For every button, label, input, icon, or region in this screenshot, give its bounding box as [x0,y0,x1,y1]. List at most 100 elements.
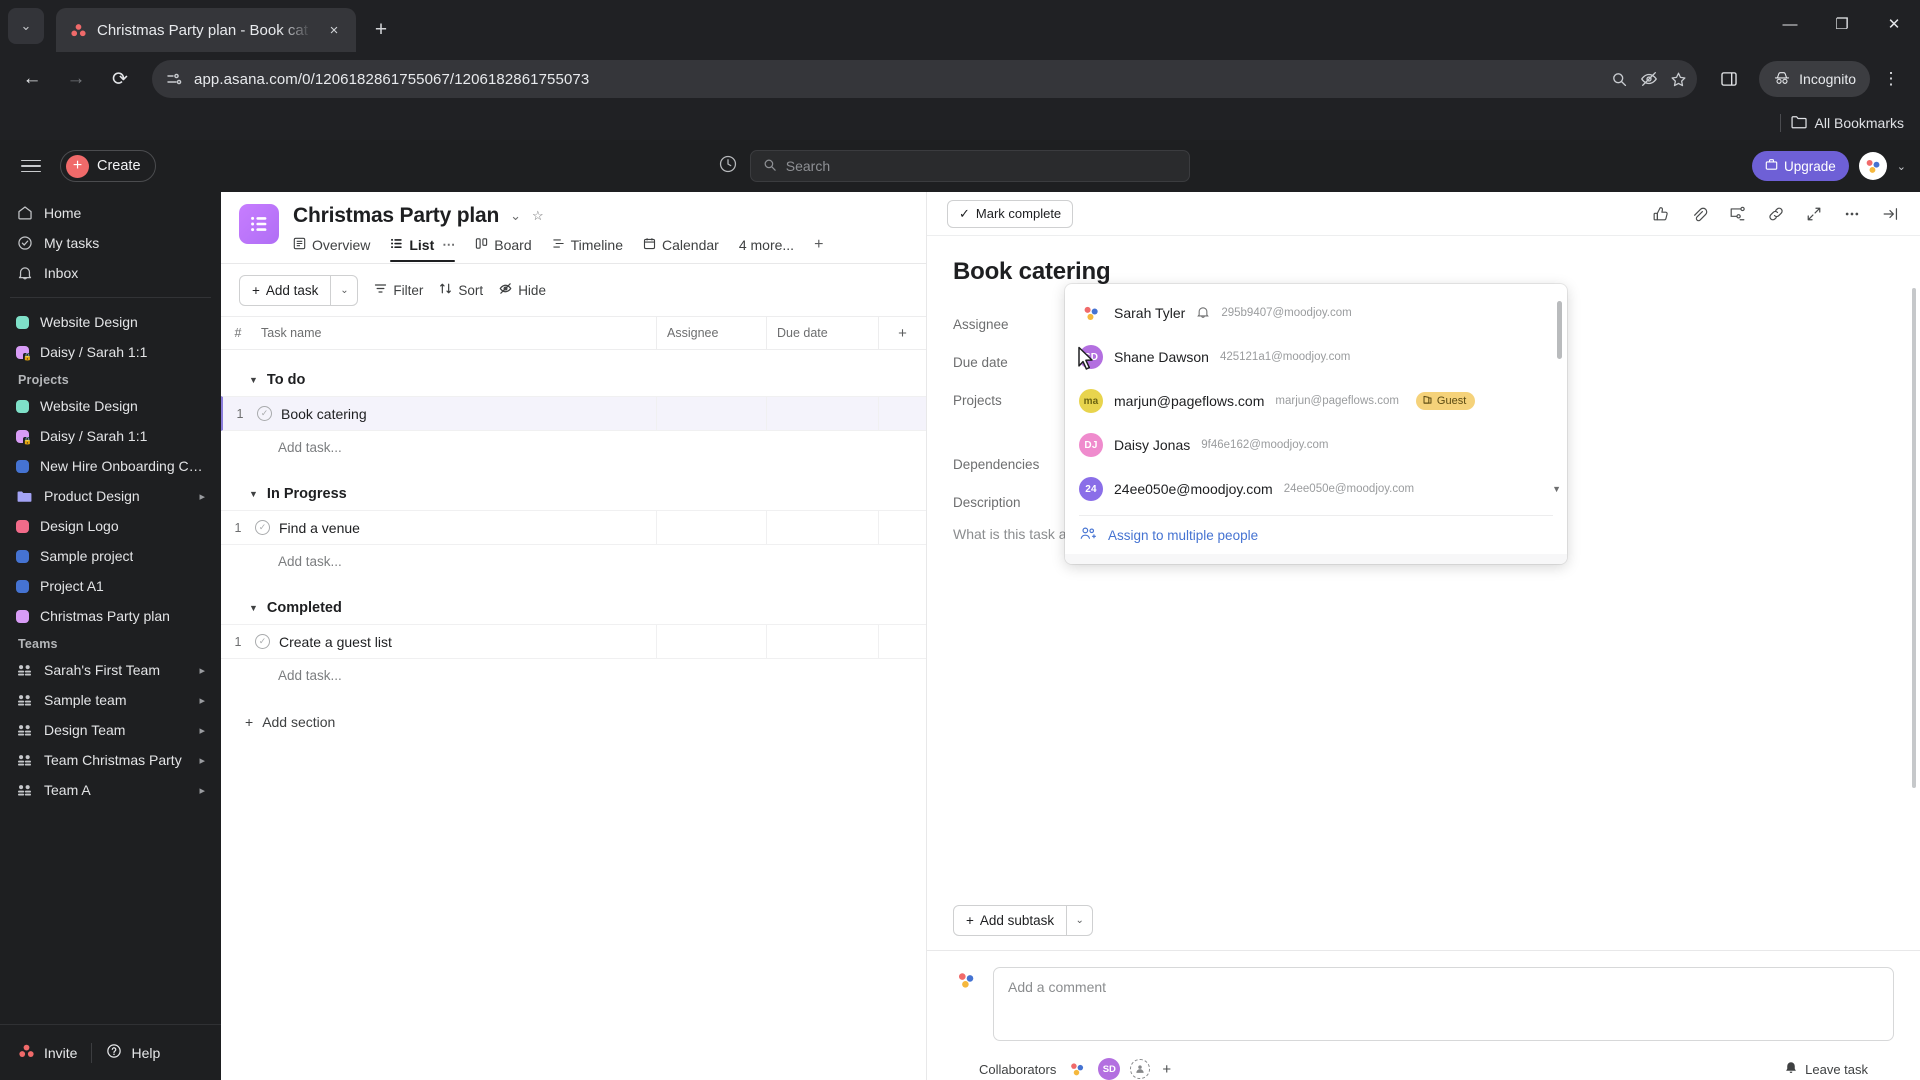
user-avatar[interactable] [1858,152,1887,180]
scrollbar-thumb[interactable] [1557,301,1562,359]
browser-menu-icon[interactable]: ⋮ [1874,62,1908,96]
sidebar-team-team-a[interactable]: Team A ▸ [8,775,213,805]
help-button[interactable]: Help [106,1043,160,1062]
address-bar[interactable]: app.asana.com/0/1206182861755067/1206182… [152,60,1698,98]
thumbs-up-icon[interactable] [1652,205,1670,223]
add-task-button[interactable]: + Add task ⌄ [239,274,359,306]
chevron-down-icon[interactable]: ▼ [249,603,258,613]
tab-more[interactable]: 4 more... [739,237,794,262]
add-task-main[interactable]: + Add task [240,276,330,305]
more-horizontal-icon[interactable]: ⋯ [442,237,455,253]
back-icon[interactable]: ← [12,59,52,99]
add-task-inline[interactable]: Add task... [221,431,926,464]
due-date-cell[interactable] [766,625,878,658]
table-row[interactable]: 1 ✓ Create a guest list [221,624,926,659]
add-section-button[interactable]: + Add section [221,702,926,742]
forward-icon[interactable]: → [56,59,96,99]
avatar[interactable] [1066,1058,1089,1080]
complete-task-icon[interactable]: ✓ [255,634,270,649]
avatar-placeholder-icon[interactable] [1130,1059,1151,1079]
detail-scrollbar[interactable] [1911,288,1917,808]
table-row[interactable]: 1 ✓ Find a venue [221,510,926,545]
scroll-down-arrow-icon[interactable]: ▼ [1552,484,1561,494]
add-column-button[interactable]: + [878,317,926,349]
zoom-icon[interactable] [1611,71,1628,88]
expand-icon[interactable] [1805,205,1823,223]
comment-input[interactable]: Add a comment [993,967,1894,1041]
assignee-option-sarah-tyler[interactable]: Sarah Tyler 295b9407@moodjoy.com [1065,291,1567,335]
table-row[interactable]: 1 ✓ Book catering [221,396,926,431]
filter-button[interactable]: Filter [374,282,423,298]
site-settings-icon[interactable] [166,71,182,87]
tab-timeline[interactable]: Timeline [552,237,623,262]
add-task-inline[interactable]: Add task... [221,545,926,578]
add-subtask-button[interactable]: + Add subtask ⌄ [953,905,1094,936]
sidebar-project-daisy-sarah[interactable]: 🔒 Daisy / Sarah 1:1 [8,421,213,451]
search-input[interactable]: Search [749,150,1190,182]
chevron-down-icon[interactable]: ⌄ [330,275,357,305]
sidebar-project-product-design[interactable]: Product Design ▸ [8,481,213,511]
chevron-down-icon[interactable]: ⌄ [1897,160,1906,173]
complete-task-icon[interactable]: ✓ [255,520,270,535]
favorite-star-icon[interactable]: ☆ [532,208,544,224]
sidebar-team-team-christmas-party[interactable]: Team Christmas Party ▸ [8,745,213,775]
reload-icon[interactable]: ⟳ [100,59,140,99]
assignee-option-24ee050e[interactable]: 24 24ee050e@moodjoy.com 24ee050e@moodjoy… [1065,467,1567,511]
bookmark-star-icon[interactable] [1670,71,1687,88]
sidebar-item-home[interactable]: Home [8,198,213,228]
scrollbar-thumb[interactable] [1912,288,1916,788]
chevron-down-icon[interactable]: ▼ [249,489,258,499]
hide-button[interactable]: Hide [499,282,546,298]
section-header[interactable]: ▼ Completed [221,592,926,624]
assignee-cell[interactable] [656,511,766,544]
sidebar-project-design-logo[interactable]: Design Logo [8,511,213,541]
chevron-right-icon[interactable]: ▸ [199,754,205,767]
due-date-cell[interactable] [766,397,878,430]
paperclip-icon[interactable] [1690,205,1708,223]
chevron-right-icon[interactable]: ▸ [199,490,205,503]
sidebar-project-christmas-party-plan[interactable]: Christmas Party plan [8,601,213,631]
all-bookmarks-button[interactable]: All Bookmarks [1790,115,1904,132]
sidebar-item-inbox[interactable]: Inbox [8,258,213,288]
assignee-option-marjun[interactable]: ma marjun@pageflows.com marjun@pageflows… [1065,379,1567,423]
tab-board[interactable]: Board [475,237,532,262]
sidebar-team-sample-team[interactable]: Sample team ▸ [8,685,213,715]
sidebar-project-project-a1[interactable]: Project A1 [8,571,213,601]
maximize-icon[interactable]: ❐ [1816,0,1868,48]
sidebar-project-website-design[interactable]: Website Design [8,391,213,421]
mark-complete-button[interactable]: ✓ Mark complete [947,199,1074,228]
window-close-icon[interactable]: ✕ [1868,0,1920,48]
section-header[interactable]: ▼ In Progress [221,478,926,510]
sidebar-team-sarahs-first-team[interactable]: Sarah's First Team ▸ [8,655,213,685]
add-collaborator-button[interactable]: + [1162,1061,1171,1078]
tab-overview[interactable]: Overview [293,237,370,262]
assignee-cell[interactable] [656,397,766,430]
chevron-right-icon[interactable]: ▸ [199,694,205,707]
chevron-right-icon[interactable]: ▸ [199,784,205,797]
side-panel-icon[interactable] [1709,59,1749,99]
sidebar-favorite-daisy-sarah[interactable]: 🔒 Daisy / Sarah 1:1 [8,337,213,367]
invite-button[interactable]: Invite [18,1043,77,1062]
section-header[interactable]: ▼ To do [221,364,926,396]
sidebar-team-design-team[interactable]: Design Team ▸ [8,715,213,745]
sidebar-item-my-tasks[interactable]: My tasks [8,228,213,258]
dropdown-scrollbar[interactable] [1556,297,1563,477]
menu-icon[interactable] [14,149,48,183]
close-icon[interactable]: × [322,18,346,42]
assignee-cell[interactable] [656,625,766,658]
create-button[interactable]: + Create [60,150,156,182]
minimize-icon[interactable]: — [1764,0,1816,48]
chevron-down-icon[interactable]: ⌄ [510,208,521,224]
chevron-down-icon[interactable]: ⌄ [1066,906,1092,935]
upgrade-button[interactable]: Upgrade [1751,151,1849,181]
assign-multiple-people-button[interactable]: Assign to multiple people [1065,516,1567,554]
add-task-inline[interactable]: Add task... [221,659,926,692]
sort-button[interactable]: Sort [439,282,483,298]
sidebar-project-sample-project[interactable]: Sample project [8,541,213,571]
sidebar-project-new-hire-onboarding[interactable]: New Hire Onboarding Ch... [8,451,213,481]
assignee-option-daisy-jonas[interactable]: DJ Daisy Jonas 9f46e162@moodjoy.com [1065,423,1567,467]
complete-task-icon[interactable]: ✓ [257,406,272,421]
avatar[interactable]: SD [1098,1058,1121,1080]
tab-calendar[interactable]: Calendar [643,237,719,262]
add-subtask-main[interactable]: + Add subtask [954,906,1066,935]
